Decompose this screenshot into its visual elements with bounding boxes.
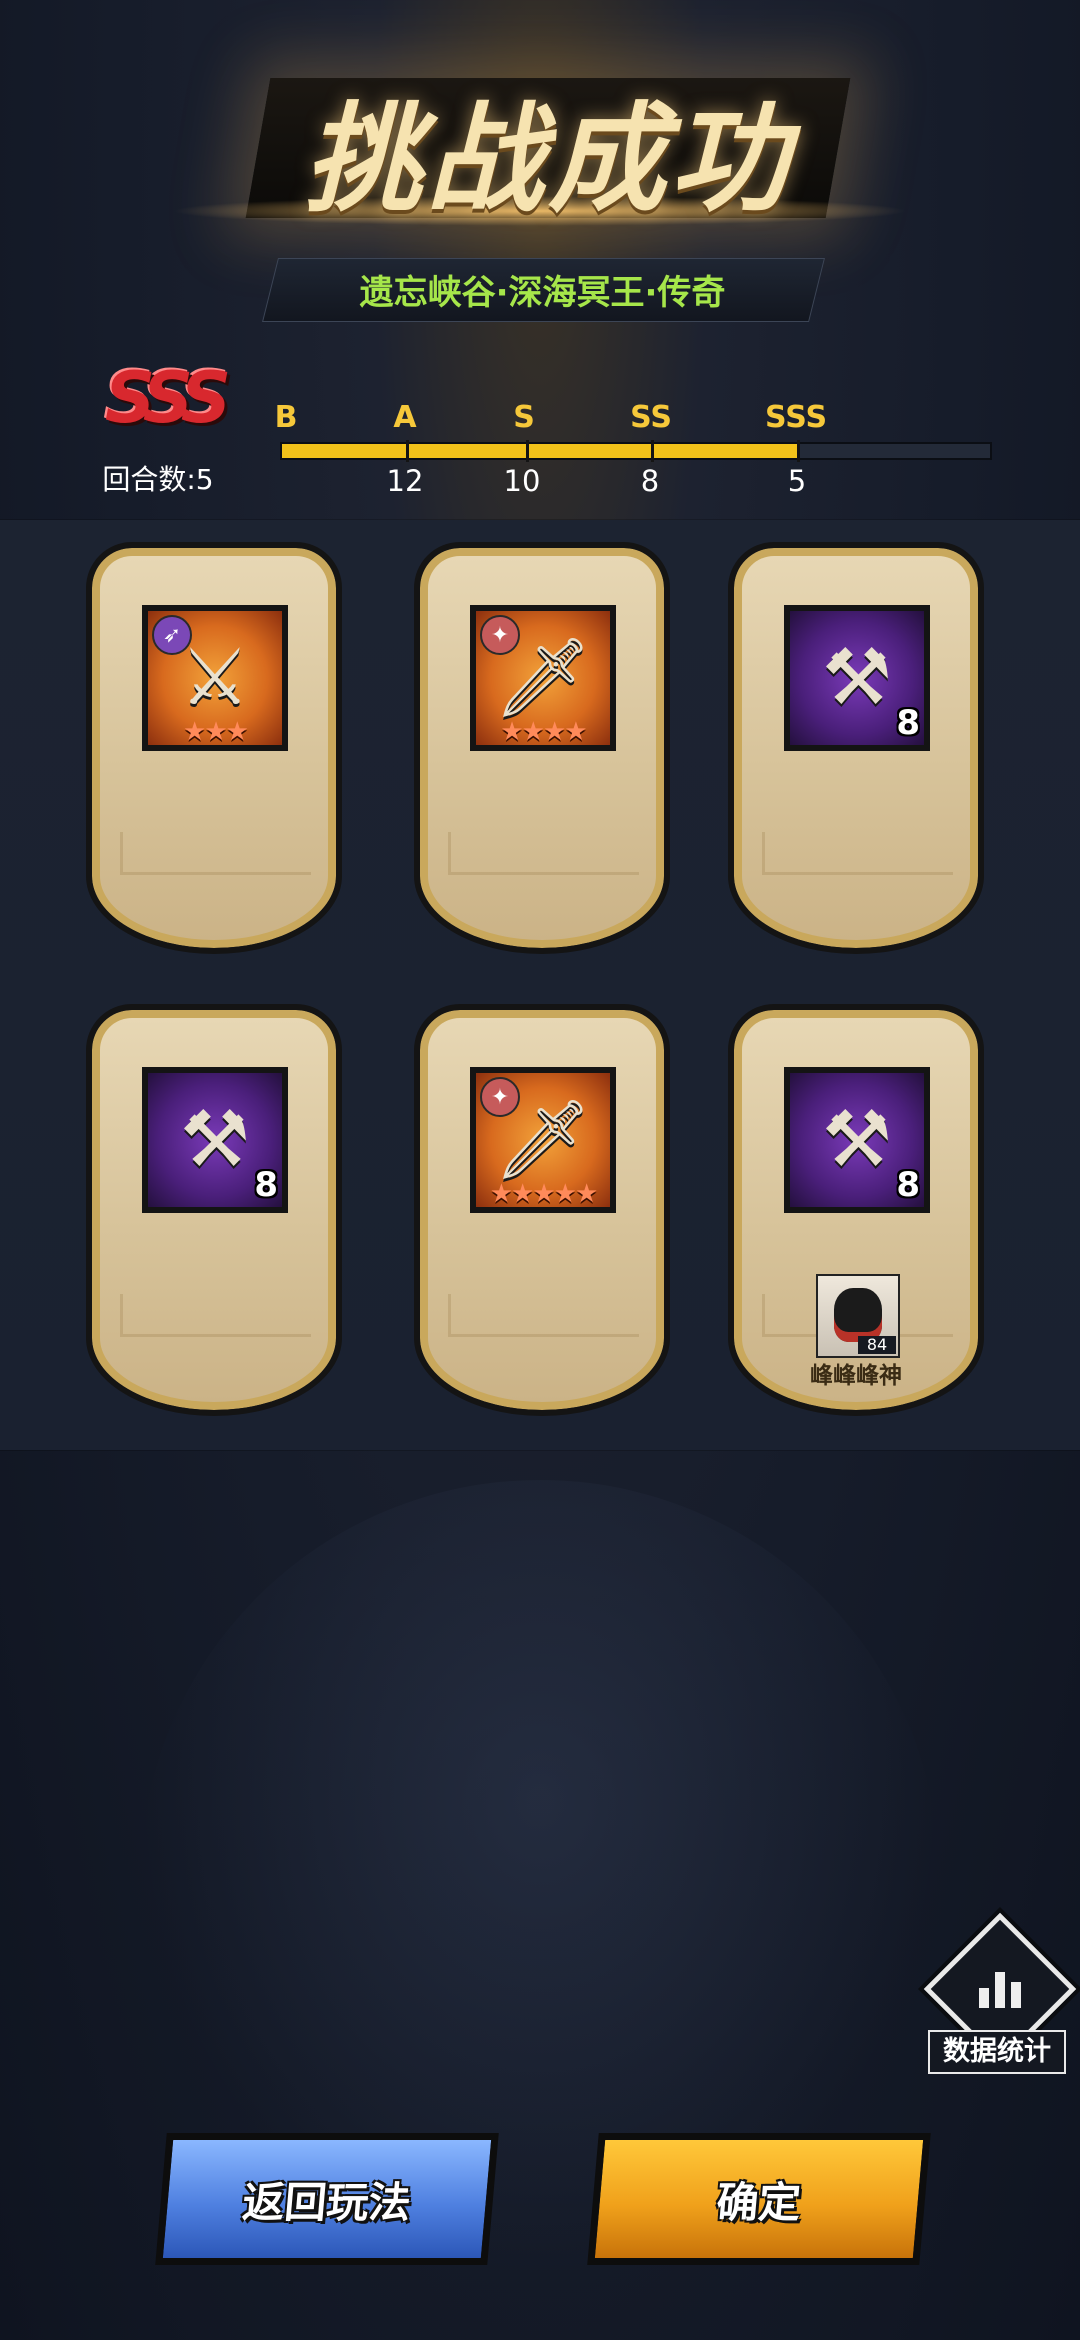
- card-chevron: [120, 1294, 311, 1337]
- hero-portrait-icon: [834, 1288, 882, 1342]
- grade-progress-fill: [282, 444, 799, 458]
- hero-name: 峰峰峰神: [810, 1363, 902, 1389]
- item-count: 8: [896, 1165, 920, 1205]
- reward-item[interactable]: ⚒ 8: [784, 605, 930, 751]
- reward-item[interactable]: ⚒ 8: [142, 1067, 288, 1213]
- back-button[interactable]: 返回玩法: [155, 2133, 499, 2265]
- card-chevron: [762, 832, 953, 875]
- grade-rounds-a: 12: [386, 464, 424, 498]
- reward-item[interactable]: 🗡 ✦ ★★★★★: [470, 1067, 616, 1213]
- grade-letter-ss: SS: [630, 400, 672, 435]
- grade-letter-sss: SSS: [764, 400, 828, 435]
- stats-label[interactable]: 数据统计: [928, 2030, 1066, 2074]
- item-count: 8: [254, 1165, 278, 1205]
- reward-item[interactable]: ⚔ ➶ ★★★: [142, 605, 288, 751]
- bar-chart-icon: [966, 1952, 1034, 2020]
- rank-badge: SSS: [104, 357, 231, 439]
- stage-subtitle: 遗忘峡谷·深海冥王·传奇: [359, 272, 726, 313]
- grade-tick: [651, 440, 654, 462]
- grade-letter-a: A: [393, 400, 417, 435]
- star-rating: ★★★: [183, 717, 249, 747]
- grade-rounds-ss: 8: [640, 464, 660, 498]
- star-rating: ★★★★: [500, 717, 587, 747]
- bow-type-icon: ➶: [152, 615, 192, 655]
- item-count: 8: [896, 703, 920, 743]
- grade-rounds-sss: 5: [787, 464, 807, 498]
- grade-progress-bar: [280, 440, 992, 462]
- reward-item[interactable]: ⚒ 8: [784, 1067, 930, 1213]
- grade-letter-b: B: [274, 400, 298, 435]
- star-rating: ★★★★★: [489, 1179, 599, 1209]
- sword-type-icon: ✦: [480, 615, 520, 655]
- victory-title: 挑战成功: [303, 89, 792, 228]
- grade-rounds-s: 10: [503, 464, 541, 498]
- hero-avatar[interactable]: 84: [816, 1274, 900, 1358]
- reward-item[interactable]: 🗡 ✦ ★★★★: [470, 605, 616, 751]
- hero-level: 84: [858, 1336, 896, 1354]
- grade-tick: [526, 440, 529, 462]
- grade-letter-s: S: [513, 400, 535, 435]
- card-chevron: [448, 832, 639, 875]
- confirm-button[interactable]: 确定: [587, 2133, 931, 2265]
- card-chevron: [120, 832, 311, 875]
- card-chevron: [448, 1294, 639, 1337]
- grade-tick: [406, 440, 409, 462]
- grade-tick: [797, 440, 800, 462]
- sword-type-icon: ✦: [480, 1077, 520, 1117]
- rounds-count: 回合数:5: [102, 463, 214, 496]
